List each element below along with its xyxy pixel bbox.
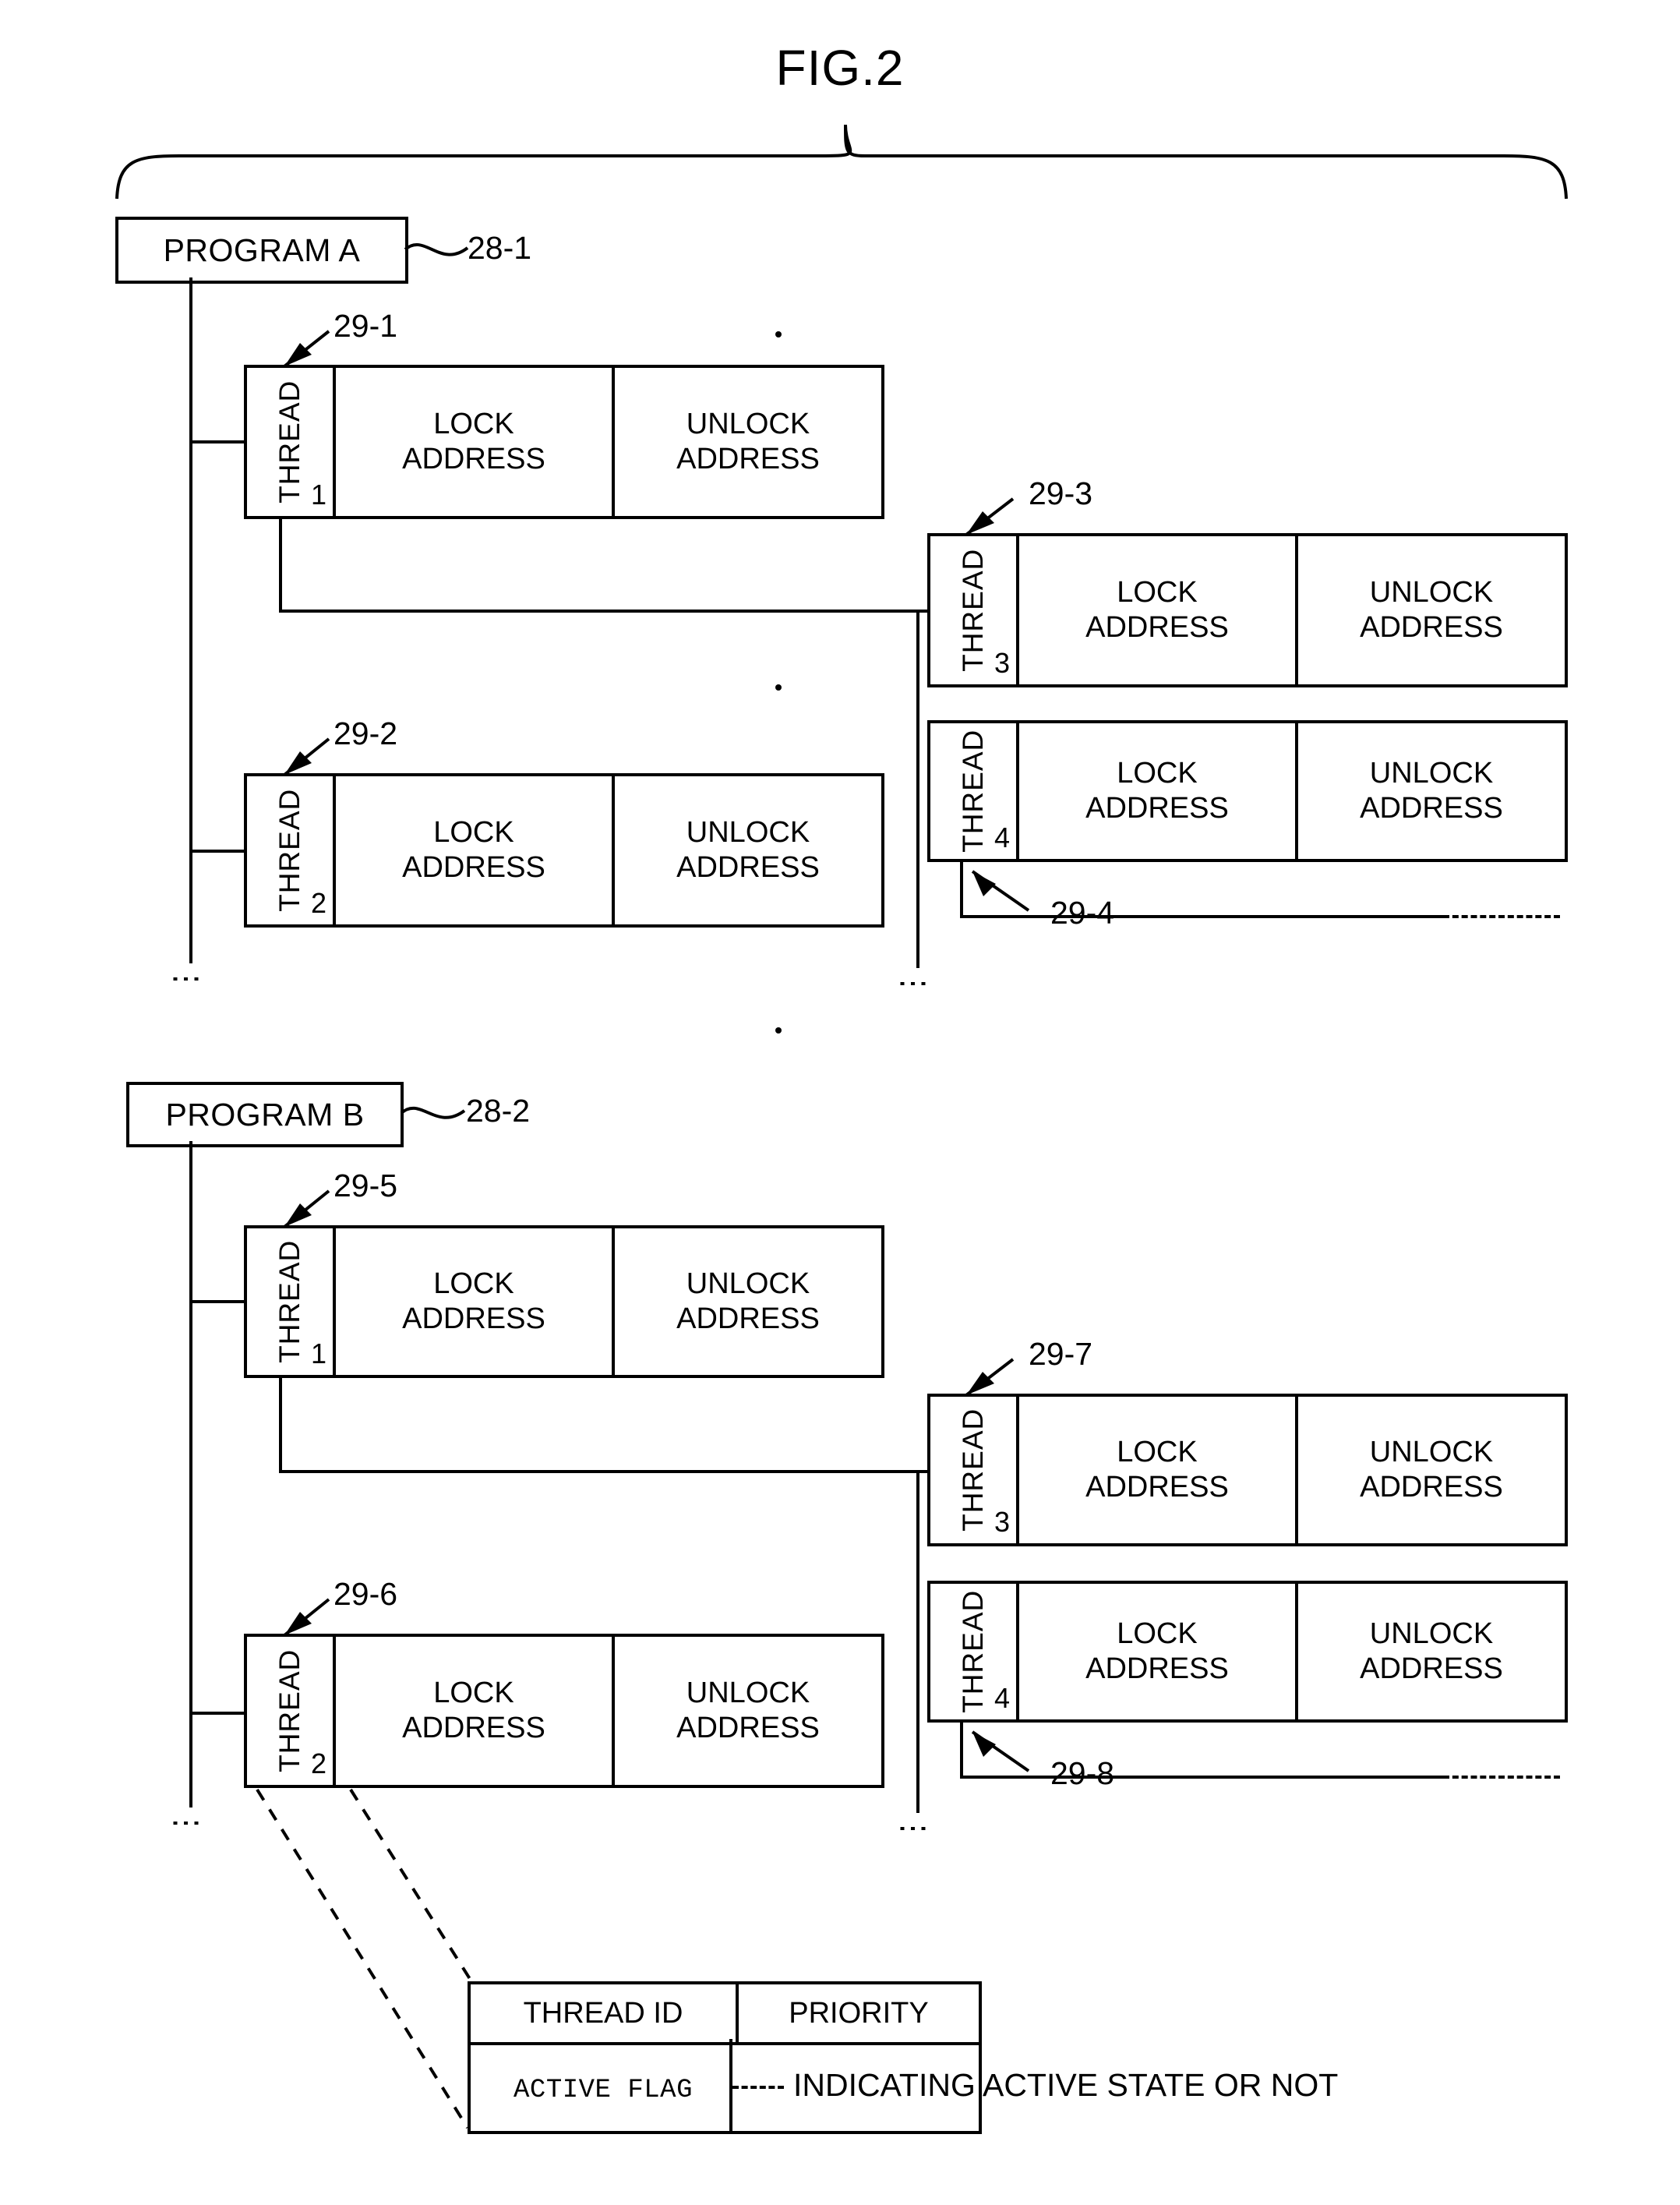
active-flag-cell: ACTIVE FLAG [514, 2076, 693, 2105]
figure-page: FIG.2 PROGRAM A 28-1 ⋮ THREAD 1 LOCK ADD… [0, 0, 1680, 2205]
detail-table-header-row: THREAD ID PRIORITY [471, 1984, 979, 2045]
priority-cell: PRIORITY [736, 1984, 979, 2042]
thread-detail-table: THREAD ID PRIORITY ACTIVE FLAG [468, 1981, 982, 2134]
detail-callout-lines [256, 1788, 477, 2129]
note-dashed-leader [732, 2086, 784, 2089]
thread-id-cell: THREAD ID [523, 1996, 683, 2030]
active-flag-divider [729, 2039, 732, 2131]
active-flag-note: INDICATING ACTIVE STATE OR NOT [793, 2067, 1339, 2103]
